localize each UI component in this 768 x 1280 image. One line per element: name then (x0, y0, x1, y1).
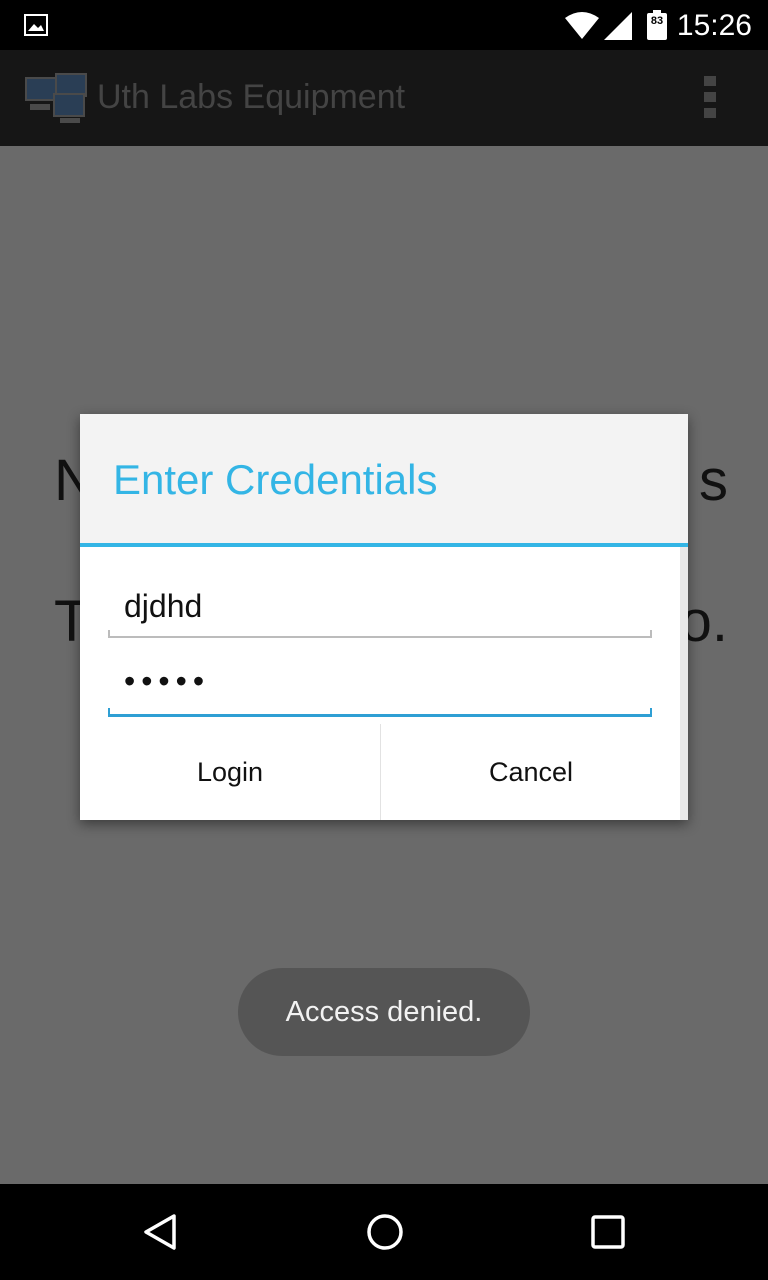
back-icon[interactable] (142, 1212, 178, 1257)
app-title: Uth Labs Equipment (97, 78, 406, 116)
password-underline (108, 714, 652, 717)
app-logo-icon (24, 72, 90, 129)
username-underline (108, 636, 652, 638)
wifi-icon (564, 12, 600, 45)
dialog-header: Enter Credentials (80, 414, 688, 543)
access-denied-toast: Access denied. (238, 968, 530, 1056)
dialog-scroll-edge (680, 547, 688, 820)
password-field[interactable]: ••••• (108, 657, 652, 717)
password-value: ••••• (124, 663, 211, 699)
gallery-icon (24, 14, 48, 41)
background-text-fragment: s (699, 448, 728, 513)
field-tick (108, 630, 110, 638)
username-value: djdhd (124, 588, 203, 624)
signal-icon (604, 12, 632, 45)
recents-icon[interactable] (590, 1214, 626, 1255)
battery-level: 83 (650, 15, 664, 27)
home-icon[interactable] (365, 1212, 405, 1257)
credentials-dialog: Enter Credentials djdhd ••••• Login Canc… (80, 414, 688, 820)
overflow-menu-icon[interactable] (704, 76, 716, 124)
field-tick (108, 708, 110, 717)
dialog-title: Enter Credentials (113, 456, 438, 503)
dialog-button-row: Login Cancel (80, 724, 681, 820)
cancel-button[interactable]: Cancel (381, 724, 681, 820)
status-bar: 83 15:26 (0, 0, 768, 50)
action-bar: Uth Labs Equipment (0, 50, 768, 146)
navigation-bar (0, 1184, 768, 1280)
dialog-divider (80, 543, 688, 547)
field-tick (650, 630, 652, 638)
login-button[interactable]: Login (80, 724, 380, 820)
field-tick (650, 708, 652, 717)
username-field[interactable]: djdhd (108, 578, 652, 638)
clock: 15:26 (676, 9, 752, 42)
